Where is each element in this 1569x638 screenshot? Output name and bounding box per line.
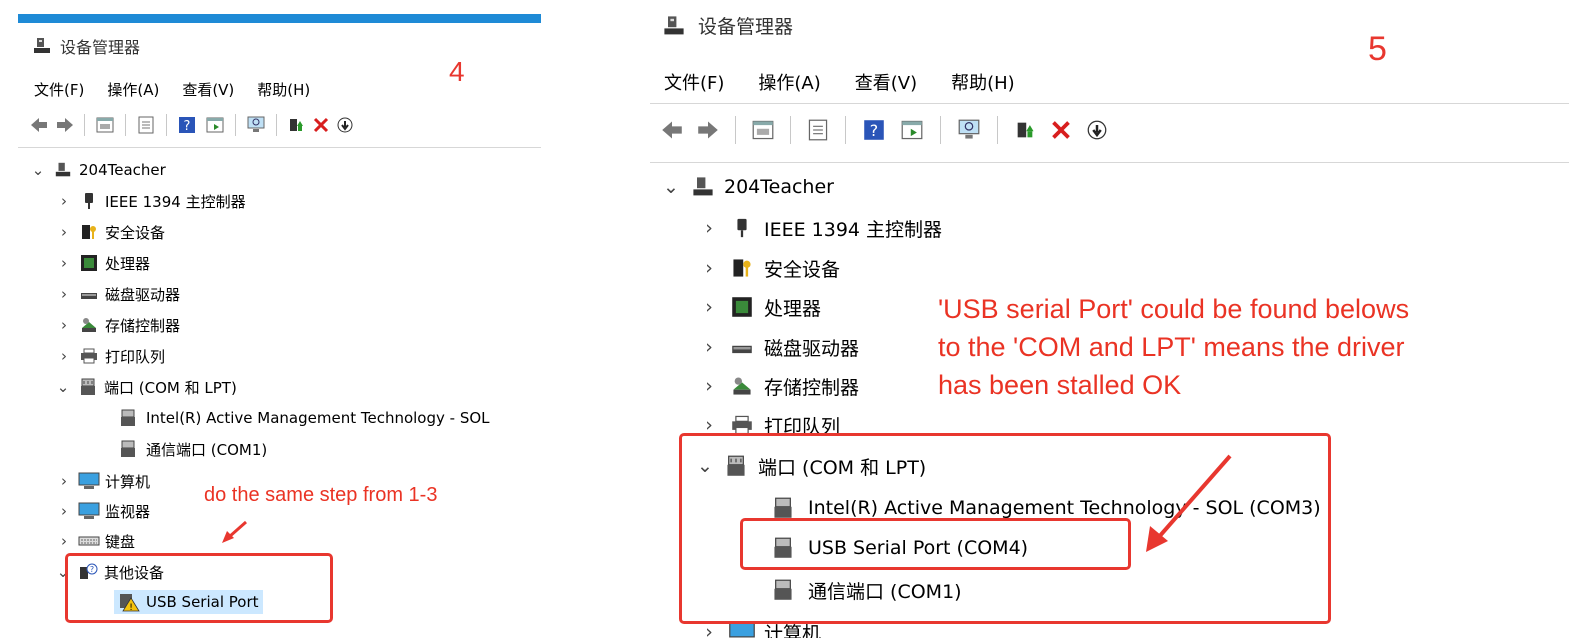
annotation-arrow xyxy=(1146,454,1232,552)
device-manager-window-step5: 设备管理器 5 文件(F) 操作(A) 查看(V) 帮助(H) ? ⌄ 204T… xyxy=(650,0,1569,638)
annotation-arrow xyxy=(222,520,247,543)
device-manager-window-step4: 设备管理器 4 文件(F) 操作(A) 查看(V) 帮助(H) ? ⌄ 204T… xyxy=(18,0,541,638)
